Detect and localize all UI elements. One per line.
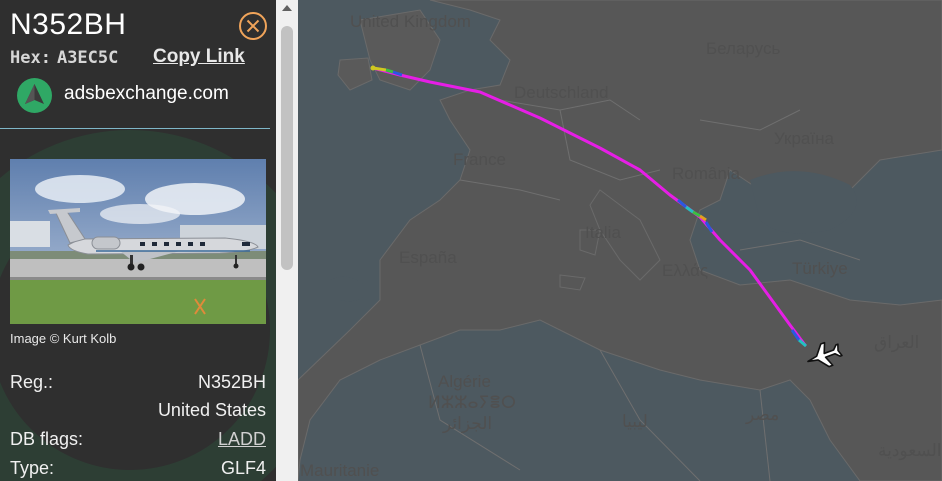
- aircraft-registration-title: N352BH: [10, 8, 127, 41]
- label-algeria-tifinagh: ⵍⵣⵣⴰⵢⴻⵔ: [428, 393, 516, 412]
- label-mauritania: Mauritanie: [300, 461, 379, 480]
- label-spain: España: [399, 248, 457, 267]
- triangle-up-icon[interactable]: [282, 5, 292, 11]
- flight-map[interactable]: United Kingdom Беларусь Deutschland Укра…: [298, 0, 942, 481]
- country-value: United States: [157, 400, 266, 420]
- label-saudi-arabia: السعودية: [878, 441, 941, 461]
- hex-value: A3EC5C: [56, 48, 119, 68]
- aircraft-info-panel: N352BH Hex: A3EC5C Copy Link adsbexchange…: [0, 0, 276, 481]
- image-credit: Image © Kurt Kolb: [10, 331, 117, 346]
- label-germany: Deutschland: [514, 83, 609, 102]
- hex-label: Hex:: [10, 48, 51, 68]
- db-flags-link[interactable]: LADD: [218, 429, 266, 450]
- panel-divider: [0, 128, 270, 129]
- adsbexchange-logo-icon[interactable]: [17, 78, 52, 113]
- label-egypt: مصر: [745, 405, 779, 425]
- label-united-kingdom: United Kingdom: [350, 12, 471, 31]
- label-romania: România: [672, 164, 741, 183]
- copy-link-button[interactable]: Copy Link: [153, 46, 245, 68]
- label-greece: Ελλάς: [662, 261, 708, 280]
- label-belarus: Беларусь: [706, 39, 780, 58]
- label-france: France: [453, 150, 506, 169]
- label-turkey: Türkiye: [792, 259, 848, 278]
- label-algeria-arabic: الجزائر: [442, 414, 492, 434]
- hex-row: Hex: A3EC5C: [10, 48, 118, 68]
- aircraft-photo[interactable]: [10, 159, 266, 324]
- db-flags-label: DB flags:: [10, 429, 84, 449]
- scrollbar-thumb[interactable]: [281, 26, 293, 270]
- label-iraq: العراق: [874, 333, 919, 353]
- label-algeria: Algérie: [438, 372, 491, 391]
- site-link[interactable]: adsbexchange.com: [64, 83, 229, 105]
- close-icon[interactable]: [238, 11, 268, 41]
- type-label: Type:: [10, 458, 55, 478]
- reg-label: Reg.:: [10, 372, 54, 392]
- panel-scrollbar[interactable]: [276, 0, 298, 481]
- label-italy: Italia: [585, 223, 621, 242]
- label-ukraine: Україна: [774, 129, 834, 148]
- reg-value: N352BH: [197, 372, 266, 392]
- type-value: GLF4: [220, 458, 266, 478]
- label-libya: ليبيا: [622, 412, 648, 431]
